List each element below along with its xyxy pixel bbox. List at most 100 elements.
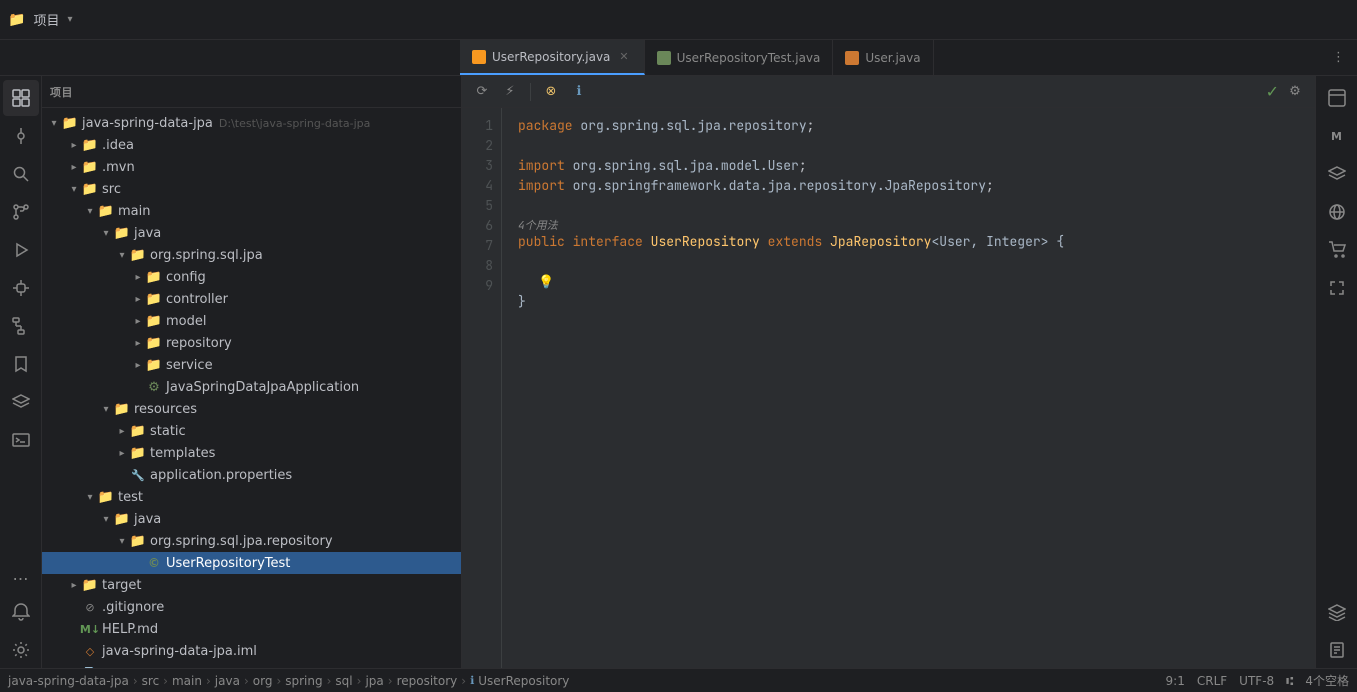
- right-sidebar-globe-icon[interactable]: [1319, 194, 1355, 230]
- breadcrumb-java[interactable]: java: [215, 674, 240, 688]
- bulb-icon[interactable]: 💡: [538, 273, 554, 290]
- tree-item-root[interactable]: 📁 java-spring-data-jpa D:\test\java-spri…: [42, 112, 461, 134]
- right-sidebar-bookmark-icon[interactable]: [1319, 632, 1355, 668]
- tree-item-templates[interactable]: 📁 templates: [42, 442, 461, 464]
- cursor-position[interactable]: 9:1: [1166, 674, 1185, 688]
- sidebar-bookmark-icon[interactable]: [3, 346, 39, 382]
- tree-item-package[interactable]: 📁 org.spring.sql.jpa: [42, 244, 461, 266]
- sidebar-commit-icon[interactable]: [3, 118, 39, 154]
- right-sidebar-list-icon[interactable]: [1319, 594, 1355, 630]
- tree-item-app-properties[interactable]: 🔧 application.properties: [42, 464, 461, 486]
- encoding[interactable]: UTF-8: [1239, 674, 1274, 688]
- sidebar-notifications-icon[interactable]: [3, 594, 39, 630]
- tree-item-src[interactable]: 📁 src: [42, 178, 461, 200]
- info-button[interactable]: ℹ: [567, 80, 591, 104]
- sidebar-structure-icon[interactable]: [3, 308, 39, 344]
- java-folder-icon: 📁: [114, 225, 130, 241]
- line-numbers: 1 2 3 4 5 6 7 8 9: [462, 108, 502, 668]
- tree-item-target[interactable]: 📁 target: [42, 574, 461, 596]
- code-line-1: package org.spring.sql.jpa.repository;: [518, 116, 1299, 136]
- tab-close-button[interactable]: ✕: [616, 49, 631, 64]
- sidebar-terminal-icon[interactable]: [3, 422, 39, 458]
- tree-item-java-folder[interactable]: 📁 java: [42, 222, 461, 244]
- tab-user[interactable]: User.java: [833, 40, 933, 75]
- line-num-9: 9: [462, 276, 493, 296]
- tree-item-iml[interactable]: ◇ java-spring-data-jpa.iml: [42, 640, 461, 662]
- tree-arrow-config: [130, 269, 146, 285]
- sidebar-git-icon[interactable]: [3, 194, 39, 230]
- code-line-2: [518, 136, 1299, 156]
- tree-arrow-test-package: [114, 533, 130, 549]
- project-selector[interactable]: 📁 项目 ▾: [8, 10, 168, 29]
- sidebar-run-icon[interactable]: [3, 232, 39, 268]
- breadcrumb-main[interactable]: main: [172, 674, 202, 688]
- tab-label: UserRepository.java: [492, 50, 610, 64]
- sidebar-debug-icon[interactable]: [3, 270, 39, 306]
- tree-arrow-test-folder: [82, 489, 98, 505]
- root-path: D:\test\java-spring-data-jpa: [219, 117, 370, 130]
- sidebar-project-icon[interactable]: [3, 80, 39, 116]
- reload-button[interactable]: ⟳: [470, 80, 494, 104]
- indent-setting[interactable]: 4个空格: [1305, 672, 1349, 689]
- tree-arrow-controller: [130, 291, 146, 307]
- tree-item-help-md[interactable]: M↓ HELP.md: [42, 618, 461, 640]
- breadcrumb-repository[interactable]: repository: [397, 674, 458, 688]
- sidebar-more-icon[interactable]: …: [3, 556, 39, 592]
- tree-item-service[interactable]: 📁 service: [42, 354, 461, 376]
- tree-item-test-java[interactable]: 📁 java: [42, 508, 461, 530]
- sidebar-settings-icon[interactable]: [3, 632, 39, 668]
- code-content[interactable]: package org.spring.sql.jpa.repository; i…: [502, 108, 1315, 668]
- settings-button[interactable]: ⚙: [1283, 80, 1307, 104]
- tree-container[interactable]: 📁 java-spring-data-jpa D:\test\java-spri…: [42, 108, 461, 668]
- tree-item-main[interactable]: 📁 main: [42, 200, 461, 222]
- tree-arrow-java-folder: [98, 225, 114, 241]
- tree-item-main-class[interactable]: ⚙ JavaSpringDataJpaApplication: [42, 376, 461, 398]
- status-bar-right: 9:1 CRLF UTF-8 ⑆ 4个空格: [1166, 672, 1349, 689]
- tree-item-test-folder[interactable]: 📁 test: [42, 486, 461, 508]
- tree-item-config[interactable]: 📁 config: [42, 266, 461, 288]
- tree-item-resources[interactable]: 📁 resources: [42, 398, 461, 420]
- tree-item-idea[interactable]: 📁 .idea: [42, 134, 461, 156]
- breadcrumb-class[interactable]: UserRepository: [478, 674, 569, 688]
- breadcrumb-spring[interactable]: spring: [285, 674, 322, 688]
- right-sidebar-maven-icon[interactable]: M: [1319, 118, 1355, 154]
- tree-item-repository[interactable]: 📁 repository: [42, 332, 461, 354]
- gitignore-label: .gitignore: [102, 600, 164, 615]
- tab-user-repository-test[interactable]: UserRepositoryTest.java: [645, 40, 834, 75]
- breadcrumb-root[interactable]: java-spring-data-jpa: [8, 674, 129, 688]
- right-sidebar-cart-icon[interactable]: [1319, 232, 1355, 268]
- checkmark-icon: ✓: [1266, 82, 1279, 101]
- breadcrumb-sql[interactable]: sql: [335, 674, 352, 688]
- tree-item-model[interactable]: 📁 model: [42, 310, 461, 332]
- src-label: src: [102, 182, 121, 197]
- static-label: static: [150, 424, 186, 439]
- line-ending[interactable]: CRLF: [1197, 674, 1227, 688]
- tree-item-user-repo-test[interactable]: © UserRepositoryTest: [42, 552, 461, 574]
- right-sidebar-expand-icon[interactable]: [1319, 270, 1355, 306]
- breadcrumb-org[interactable]: org: [253, 674, 273, 688]
- tree-item-test-package[interactable]: 📁 org.spring.sql.jpa.repository: [42, 530, 461, 552]
- tree-arrow-idea: [66, 137, 82, 153]
- right-sidebar-icon-1[interactable]: [1319, 80, 1355, 116]
- warning-button[interactable]: ⊗: [539, 80, 563, 104]
- line-num-5: 5: [462, 196, 493, 216]
- right-sidebar-icon-3[interactable]: [1319, 156, 1355, 192]
- code-editor[interactable]: 1 2 3 4 5 6 7 8 9 package org.spring.sql…: [462, 108, 1315, 668]
- tree-item-mvn[interactable]: 📁 .mvn: [42, 156, 461, 178]
- root-folder-icon: 📁: [62, 115, 78, 131]
- code-line-8: 💡: [518, 272, 1299, 292]
- line-num-7: 7: [462, 236, 493, 256]
- breadcrumb-src[interactable]: src: [142, 674, 160, 688]
- tree-item-static[interactable]: 📁 static: [42, 420, 461, 442]
- build-button[interactable]: ⚡: [498, 80, 522, 104]
- breadcrumb-jpa[interactable]: jpa: [365, 674, 383, 688]
- right-sidebar: M: [1315, 76, 1357, 668]
- tree-item-controller[interactable]: 📁 controller: [42, 288, 461, 310]
- breadcrumb: java-spring-data-jpa › src › main › java…: [8, 674, 569, 688]
- sidebar-layers-icon[interactable]: [3, 384, 39, 420]
- panel-header: 项目: [42, 76, 461, 108]
- tree-item-gitignore[interactable]: ⊘ .gitignore: [42, 596, 461, 618]
- sidebar-search-icon[interactable]: [3, 156, 39, 192]
- tab-more-button[interactable]: ⋮: [1320, 40, 1357, 75]
- tab-user-repository[interactable]: UserRepository.java ✕: [460, 40, 645, 75]
